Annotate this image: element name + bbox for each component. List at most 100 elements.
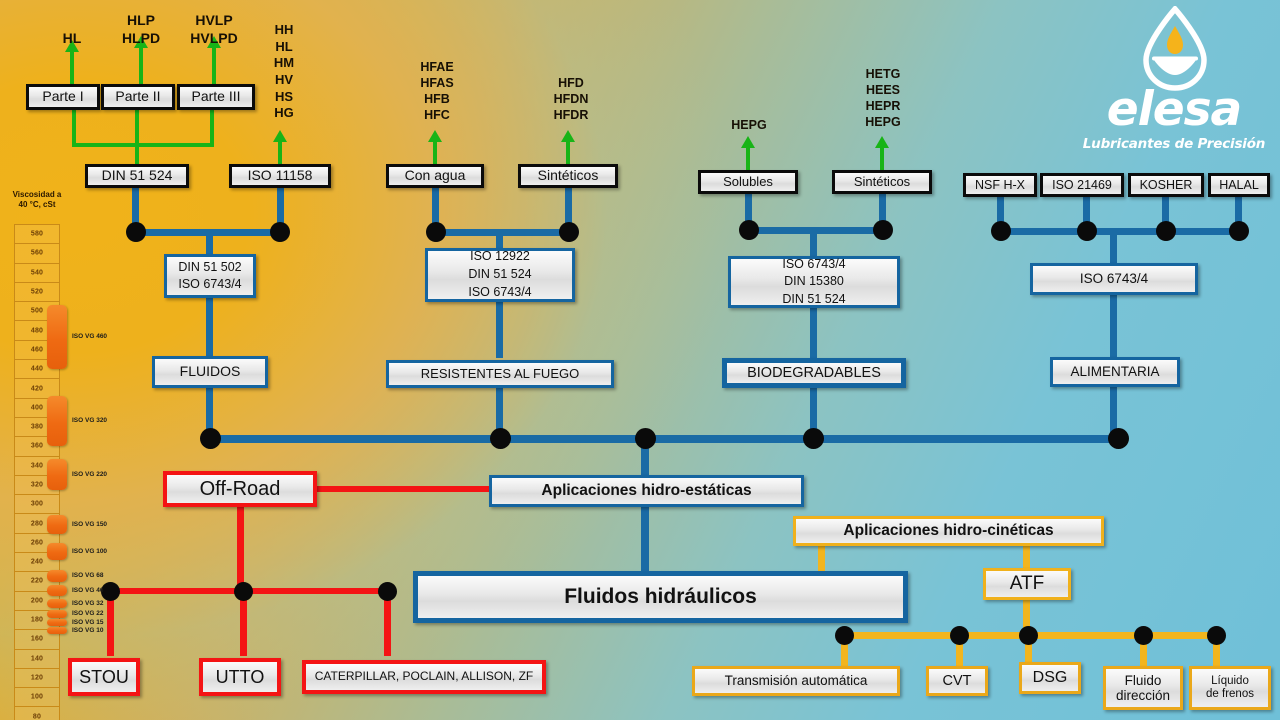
node-line-1: Líquido: [1211, 675, 1249, 688]
iso-vg-label: ISO VG 460: [72, 333, 108, 340]
node-con-agua[interactable]: Con agua: [386, 164, 484, 188]
code-line: HEES: [865, 83, 901, 97]
node-sinteticos-fuego[interactable]: Sintéticos: [518, 164, 618, 188]
code-line: HFB: [424, 92, 450, 106]
node-parte-2[interactable]: Parte II: [101, 84, 175, 110]
node-nsf-hx[interactable]: NSF H-X: [963, 173, 1037, 197]
node-halal[interactable]: HALAL: [1208, 173, 1270, 197]
green-line-parte-bus: [72, 143, 214, 147]
node-parte-3[interactable]: Parte III: [177, 84, 255, 110]
iso-vg-label: ISO VG 320: [72, 417, 108, 424]
node-stou[interactable]: STOU: [68, 658, 140, 696]
iso-vg-bar: [47, 570, 67, 582]
node-line-2: DIN 15380: [784, 274, 844, 289]
node-iso67434-block[interactable]: ISO 6743/4 DIN 15380 DIN 51 524: [728, 256, 900, 308]
bus-dot-resistentes: [490, 428, 511, 449]
node-din-51524[interactable]: DIN 51 524: [85, 164, 189, 188]
node-cvt[interactable]: CVT: [926, 666, 988, 696]
code-line: HVLPD: [190, 29, 238, 46]
node-oem-list[interactable]: CATERPILLAR, POCLAIN, ALLISON, ZF: [302, 660, 546, 694]
node-fluidos-hidraulicos[interactable]: Fluidos hidráulicos: [413, 571, 908, 623]
green-line-sinteticos-bio-up: [880, 146, 884, 172]
iso-vg-bar: [47, 627, 67, 634]
code-line: HEPG: [865, 115, 901, 129]
node-iso-6743-4[interactable]: ISO 6743/4: [1030, 263, 1198, 295]
iso-vg-bar: [47, 396, 67, 446]
node-aplicaciones-hidro-estaticas[interactable]: Aplicaciones hidro-estáticas: [489, 475, 804, 507]
viscosity-tick-label: 300: [30, 500, 44, 508]
green-line-din-trunk: [135, 110, 139, 165]
junction-dot-iso21469: [1077, 221, 1097, 241]
junction-dot-conagua: [426, 222, 446, 242]
node-resistentes-al-fuego[interactable]: RESISTENTES AL FUEGO: [386, 360, 614, 388]
node-line-2: DIN 51 524: [468, 267, 532, 282]
viscosity-tick: 140: [15, 650, 59, 669]
node-solubles[interactable]: Solubles: [698, 170, 798, 194]
viscosity-tick-label: 560: [30, 249, 44, 257]
code-label-hepg: HEPG: [718, 117, 780, 133]
node-iso-11158[interactable]: ISO 11158: [229, 164, 331, 188]
code-line: HH: [274, 22, 294, 37]
code-line: HFAE: [420, 60, 454, 74]
node-kosher[interactable]: KOSHER: [1128, 173, 1204, 197]
node-sinteticos-bio[interactable]: Sintéticos: [832, 170, 932, 194]
viscosity-tick-label: 420: [30, 385, 44, 393]
logo-wordmark: elesa: [1106, 82, 1243, 137]
bus-dot-fluidos: [200, 428, 221, 449]
viscosity-tick: 560: [15, 244, 59, 264]
code-line: HVLP: [195, 12, 233, 28]
green-arrow-hetg: [875, 136, 889, 148]
node-aplicaciones-hidro-cineticas[interactable]: Aplicaciones hidro-cinéticas: [793, 516, 1104, 546]
code-line: HL: [62, 30, 82, 46]
code-line: HV: [274, 71, 294, 87]
yellow-dot-transmision: [835, 626, 854, 645]
node-parte-1[interactable]: Parte I: [26, 84, 100, 110]
node-biodegradables[interactable]: BIODEGRADABLES: [722, 358, 906, 388]
code-line: HM: [273, 55, 295, 71]
node-alimentaria[interactable]: ALIMENTARIA: [1050, 357, 1180, 387]
green-arrow-hfae: [428, 130, 442, 142]
yellow-dot-fluido-direccion: [1134, 626, 1153, 645]
diagram-canvas: elesa Lubricantes de Precisión Viscosida…: [0, 0, 1280, 720]
iso-vg-bar: [47, 599, 67, 608]
node-transmision-automatica[interactable]: Transmisión automática: [692, 666, 900, 696]
code-label-hfae-list: HFAE HFAS HFB HFC: [406, 59, 468, 123]
iso-vg-bar: [47, 305, 67, 369]
green-line-iso11158-up: [278, 140, 282, 166]
green-line-parte3-drop: [210, 110, 214, 145]
node-iso12922-block[interactable]: ISO 12922 DIN 51 524 ISO 6743/4: [425, 248, 575, 302]
node-dsg[interactable]: DSG: [1019, 662, 1081, 694]
junction-dot-solubles: [739, 220, 759, 240]
node-fluido-direccion[interactable]: Fluido dirección: [1103, 666, 1183, 710]
iso-vg-label: ISO VG 150: [72, 520, 108, 528]
junction-dot-nsf: [991, 221, 1011, 241]
blue-line-col4-to-block: [1110, 231, 1117, 263]
logo-tagline: Lubricantes de Precisión: [1082, 136, 1266, 152]
blue-main-bus: [206, 435, 1118, 443]
junction-dot-sintfuego: [559, 222, 579, 242]
code-label-hh-list: HH HL HM HV HS HG: [258, 22, 310, 122]
viscosity-tick: 300: [15, 495, 59, 515]
node-line-3: ISO 6743/4: [468, 284, 532, 299]
node-line-2: dirección: [1115, 688, 1171, 703]
node-iso-21469[interactable]: ISO 21469: [1040, 173, 1124, 197]
red-line-offroad-to-hidroestaticas: [315, 486, 493, 492]
node-liquido-frenos[interactable]: Líquido de frenos: [1189, 666, 1271, 710]
code-line: HS: [274, 88, 294, 104]
node-fluidos[interactable]: FLUIDOS: [152, 356, 268, 388]
green-arrow-hfd: [561, 130, 575, 142]
node-utto[interactable]: UTTO: [199, 658, 281, 696]
blue-line-block1-down: [206, 296, 213, 358]
red-dot-stou: [101, 582, 120, 601]
code-line: HLP: [127, 12, 155, 28]
iso-vg-bar: [47, 585, 67, 596]
code-label-hvlp: HVLP HVLPD: [176, 12, 252, 48]
red-dot-utto: [234, 582, 253, 601]
blue-line-block4-down: [1110, 293, 1117, 359]
node-atf[interactable]: ATF: [983, 568, 1071, 600]
red-dot-oem: [378, 582, 397, 601]
node-off-road[interactable]: Off-Road: [163, 471, 317, 507]
node-din51502-iso67434[interactable]: DIN 51 502 ISO 6743/4: [164, 254, 256, 298]
node-line-2: de frenos: [1206, 688, 1254, 700]
code-label-hetg-list: HETG HEES HEPR HEPG: [852, 66, 914, 130]
